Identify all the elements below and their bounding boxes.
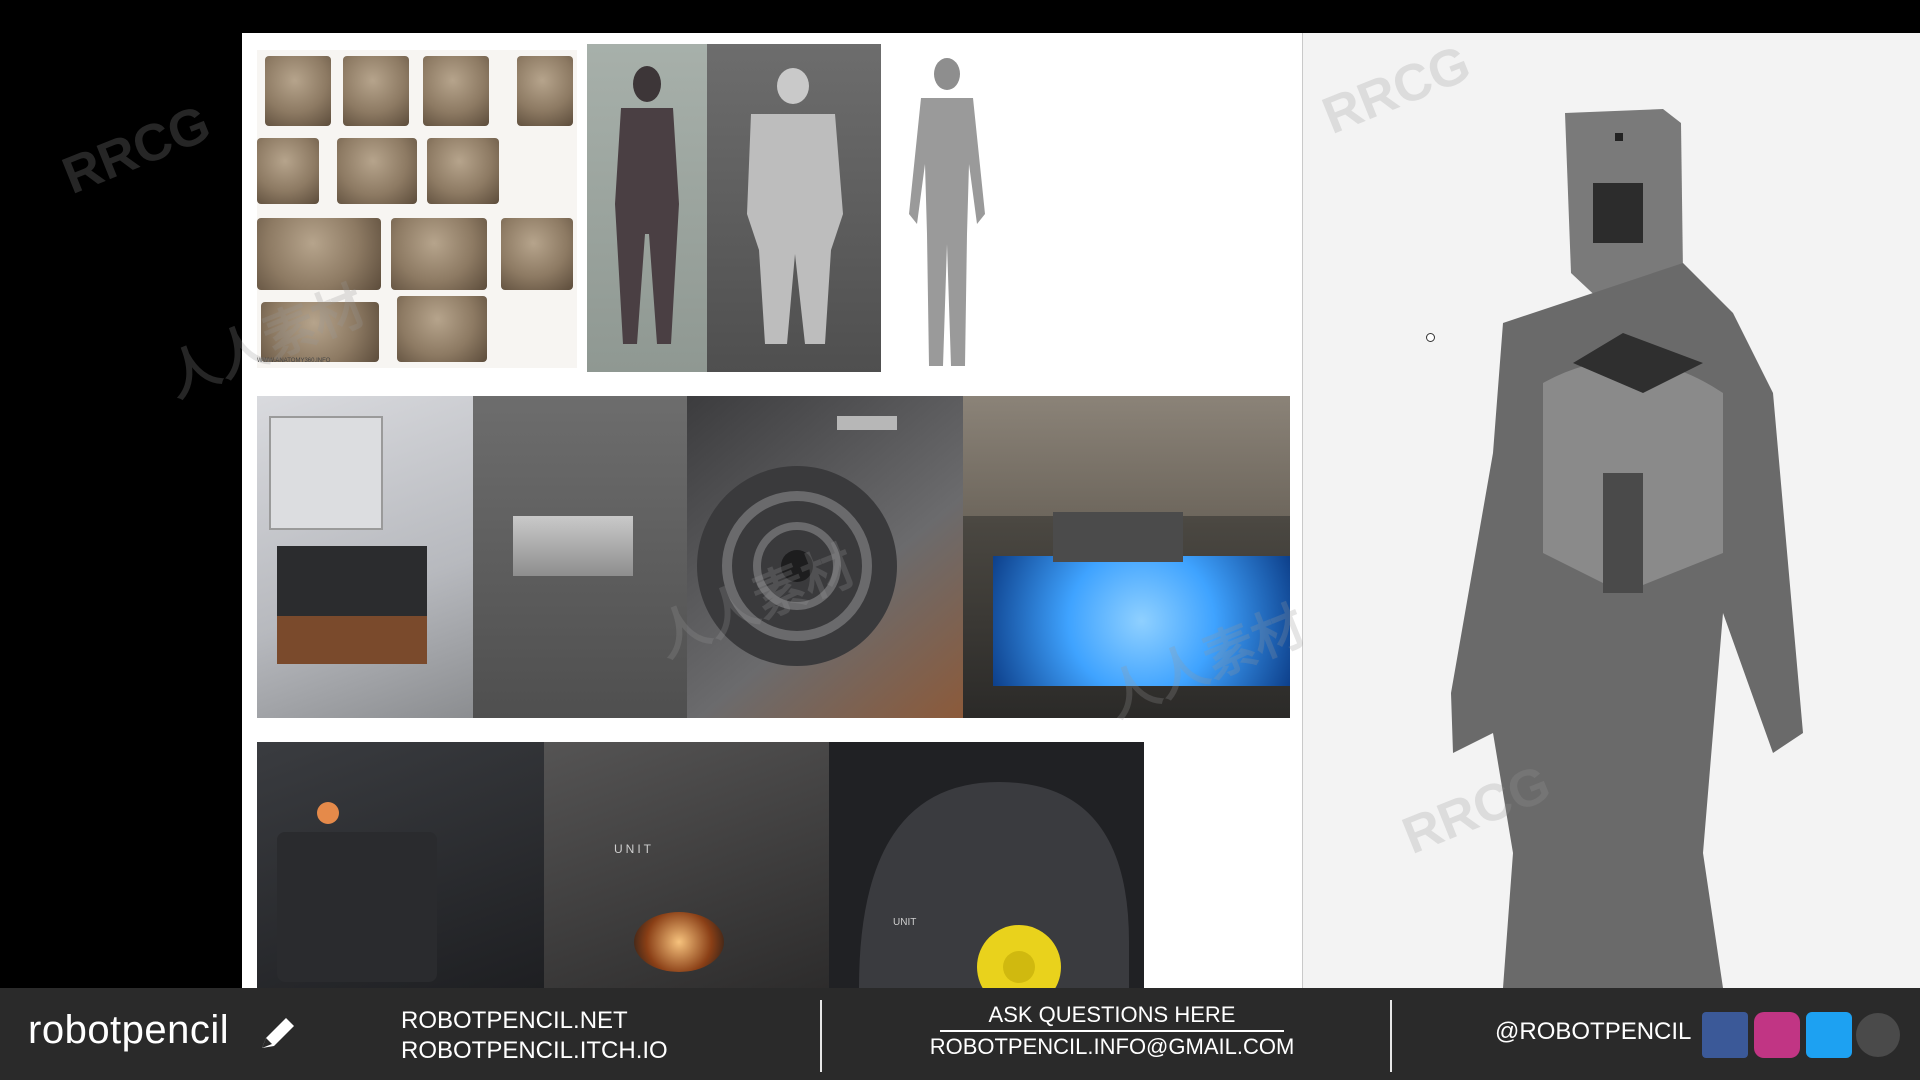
helmet-unit-label: UNIT: [893, 917, 917, 928]
footer-separator: [1390, 1000, 1392, 1072]
mirror: [269, 416, 383, 530]
shirt-thumb: [261, 302, 379, 362]
shirt-fold-reference: [257, 50, 577, 368]
helmet-reference: UNIT: [829, 742, 1144, 988]
shirt-thumb: [501, 218, 573, 290]
male-sculpt-reference: [881, 44, 1011, 372]
helmet-shape: [859, 782, 1129, 988]
unit-console-reference: UNIT: [544, 742, 829, 988]
unit-label: UNIT: [614, 842, 654, 856]
instagram-icon: [1754, 1012, 1800, 1058]
itch-link[interactable]: ROBOTPENCIL.ITCH.IO: [401, 1036, 668, 1066]
steel-wall-sink-reference: [473, 396, 687, 718]
figure-back-reference: [587, 44, 707, 372]
footer-links: ROBOTPENCIL.NET ROBOTPENCIL.ITCH.IO: [401, 1006, 668, 1066]
pencil-icon: [262, 1018, 294, 1048]
spiral-basin: [697, 416, 897, 666]
shirt-thumb: [517, 56, 573, 126]
rrcg-logo-icon: [1856, 1013, 1900, 1057]
shirt-thumb: [391, 218, 487, 290]
footer-bar: robotpencil ROBOTPENCIL.NET ROBOTPENCIL.…: [0, 988, 1920, 1080]
sculpt-figure: [747, 68, 843, 344]
social-handle[interactable]: @ROBOTPENCIL: [1495, 1018, 1691, 1046]
woman-back-figure: [615, 66, 679, 344]
wood-vanity: [277, 616, 427, 664]
sculpt-back-reference: [707, 44, 881, 372]
nautilus-sink-reference: [687, 396, 963, 718]
basin-top: [277, 546, 427, 616]
glow-display: [634, 912, 724, 972]
shirt-thumb: [343, 56, 409, 126]
concept-sketch-panel: [1303, 33, 1920, 988]
social-icons: [1702, 1012, 1900, 1058]
twitter-icon: [1806, 1012, 1852, 1058]
speaker-device-reference: [257, 742, 544, 988]
shirt-thumb: [397, 296, 487, 362]
armored-figure-sketch: [1451, 109, 1803, 988]
spiral-sink-vanity-reference: [257, 396, 473, 718]
orange-knob: [317, 802, 339, 824]
stone-wall: [963, 396, 1290, 516]
facebook-icon: [1702, 1012, 1748, 1058]
questions-block: ASK QUESTIONS HERE ROBOTPENCIL.INFO@GMAI…: [900, 1000, 1324, 1062]
credit-text: WWW.ANATOMY360.INFO: [257, 358, 331, 364]
shirt-thumb: [257, 218, 381, 290]
shirt-thumb: [265, 56, 331, 126]
shirt-thumb: [257, 138, 319, 204]
ask-questions-heading: ASK QUESTIONS HERE: [940, 1000, 1284, 1032]
steel-basin: [513, 516, 633, 576]
cursor-indicator: [1426, 333, 1435, 342]
brand-logo-text: robotpencil: [28, 1008, 230, 1052]
shirt-thumb: [337, 138, 417, 204]
glass-vessel-sink: [1053, 512, 1183, 562]
shirt-thumb: [423, 56, 489, 126]
left-margin: [0, 0, 242, 988]
top-margin: [242, 0, 1920, 33]
website-link[interactable]: ROBOTPENCIL.NET: [401, 1006, 668, 1036]
male-figure: [909, 58, 985, 366]
shirt-thumb: [427, 138, 499, 204]
device-body: [277, 832, 437, 982]
lit-river-rocks: [993, 556, 1290, 686]
river-rock-sink-reference: [963, 396, 1290, 718]
contact-email-link[interactable]: ROBOTPENCIL.INFO@GMAIL.COM: [930, 1034, 1295, 1059]
footer-separator: [820, 1000, 822, 1072]
